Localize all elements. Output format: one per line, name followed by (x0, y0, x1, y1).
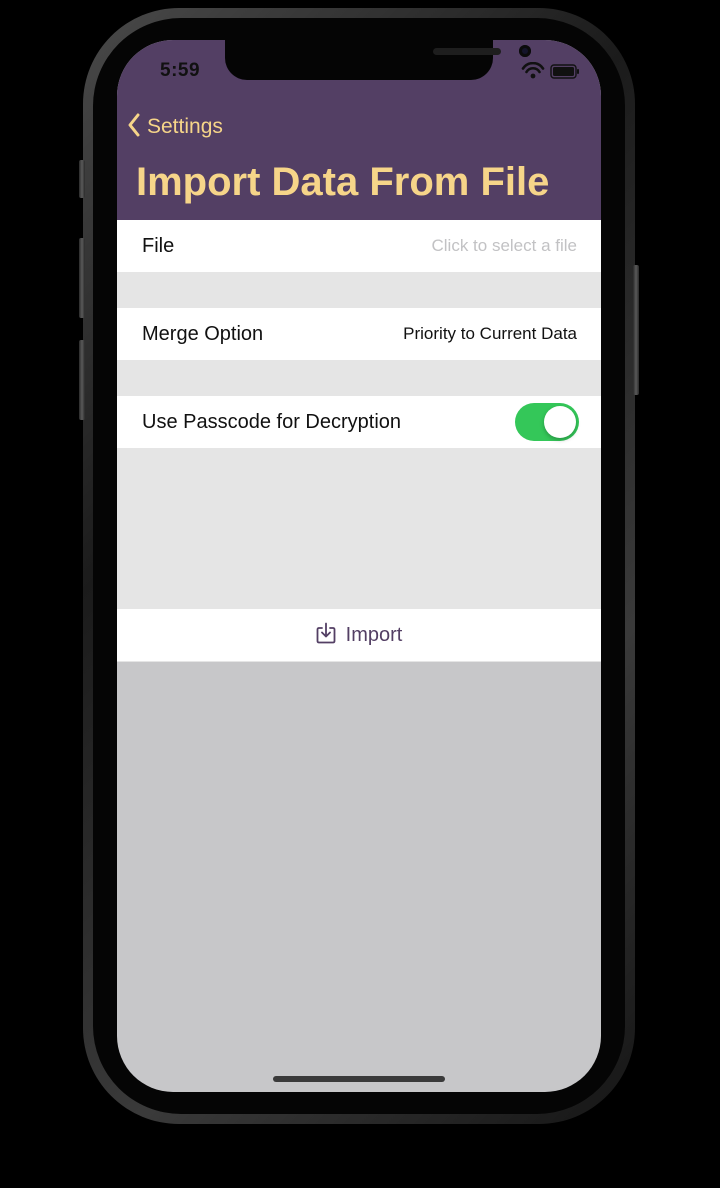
wifi-icon (521, 61, 545, 79)
phone-screen: 5:59 Settings Import Data From File File… (117, 40, 601, 1092)
import-button-label: Import (345, 623, 403, 646)
home-indicator[interactable] (273, 1076, 445, 1082)
battery-icon (550, 64, 579, 79)
status-icons (521, 61, 581, 82)
navigation-bar: 5:59 Settings Import Data From File (117, 40, 601, 220)
mute-switch (79, 160, 85, 198)
merge-option-row[interactable]: Merge Option Priority to Current Data (117, 308, 601, 360)
passcode-label: Use Passcode for Decryption (142, 411, 402, 433)
file-label: File (142, 235, 175, 257)
merge-option-label: Merge Option (142, 323, 264, 345)
volume-down-button (79, 340, 85, 420)
toggle-knob (544, 406, 576, 438)
power-button (633, 265, 639, 395)
settings-list: File Click to select a file Merge Option… (117, 220, 601, 662)
passcode-toggle[interactable] (515, 403, 579, 441)
import-icon (316, 622, 336, 649)
page-title: Import Data From File (136, 160, 550, 204)
volume-up-button (79, 238, 85, 318)
status-time: 5:59 (160, 60, 201, 81)
file-row[interactable]: File Click to select a file (117, 220, 601, 272)
notch (225, 40, 531, 80)
import-button[interactable]: Import (117, 609, 601, 661)
back-button[interactable]: Settings (127, 112, 223, 142)
earpiece-speaker (433, 48, 501, 55)
merge-option-value[interactable]: Priority to Current Data (403, 308, 577, 360)
front-camera (519, 45, 531, 57)
chevron-left-icon (127, 112, 141, 143)
passcode-row: Use Passcode for Decryption (117, 396, 601, 448)
file-placeholder[interactable]: Click to select a file (432, 220, 578, 272)
back-button-label: Settings (147, 115, 223, 138)
